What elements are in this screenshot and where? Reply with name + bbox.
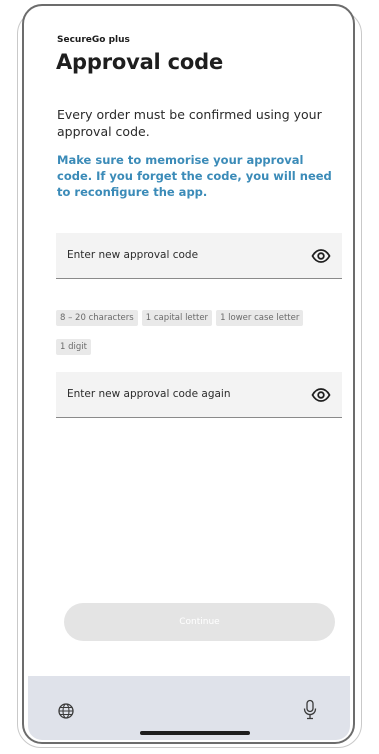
continue-button[interactable]: Continue: [64, 603, 335, 641]
eye-icon[interactable]: [311, 385, 331, 405]
new-approval-code-placeholder: Enter new approval code: [67, 249, 199, 261]
globe-icon[interactable]: [58, 703, 74, 719]
new-approval-code-field[interactable]: Enter new approval code: [56, 233, 342, 279]
warning-text: Make sure to memorise your approval code…: [57, 153, 332, 199]
keyboard-bar: [28, 676, 350, 740]
eye-icon[interactable]: [311, 246, 331, 266]
code-requirements: 8 – 20 characters 1 capital letter 1 lower…: [56, 305, 346, 363]
repeat-approval-code-placeholder: Enter new approval code again: [67, 388, 231, 400]
page-title: Approval code: [56, 50, 224, 74]
repeat-approval-code-field[interactable]: Enter new approval code again: [56, 372, 342, 418]
requirement-chip: 1 capital letter: [141, 310, 213, 326]
requirement-chip: 1 lower case letter: [216, 310, 304, 326]
intro-text: Every order must be confirmed using your…: [57, 107, 322, 139]
home-indicator[interactable]: [140, 731, 250, 735]
microphone-icon[interactable]: [302, 699, 318, 721]
requirement-chip: 1 digit: [56, 339, 91, 355]
app-name: SecureGo plus: [57, 35, 130, 45]
app-screen: SecureGo plus Approval code Every order …: [28, 12, 350, 740]
requirement-chip: 8 – 20 characters: [56, 310, 138, 326]
